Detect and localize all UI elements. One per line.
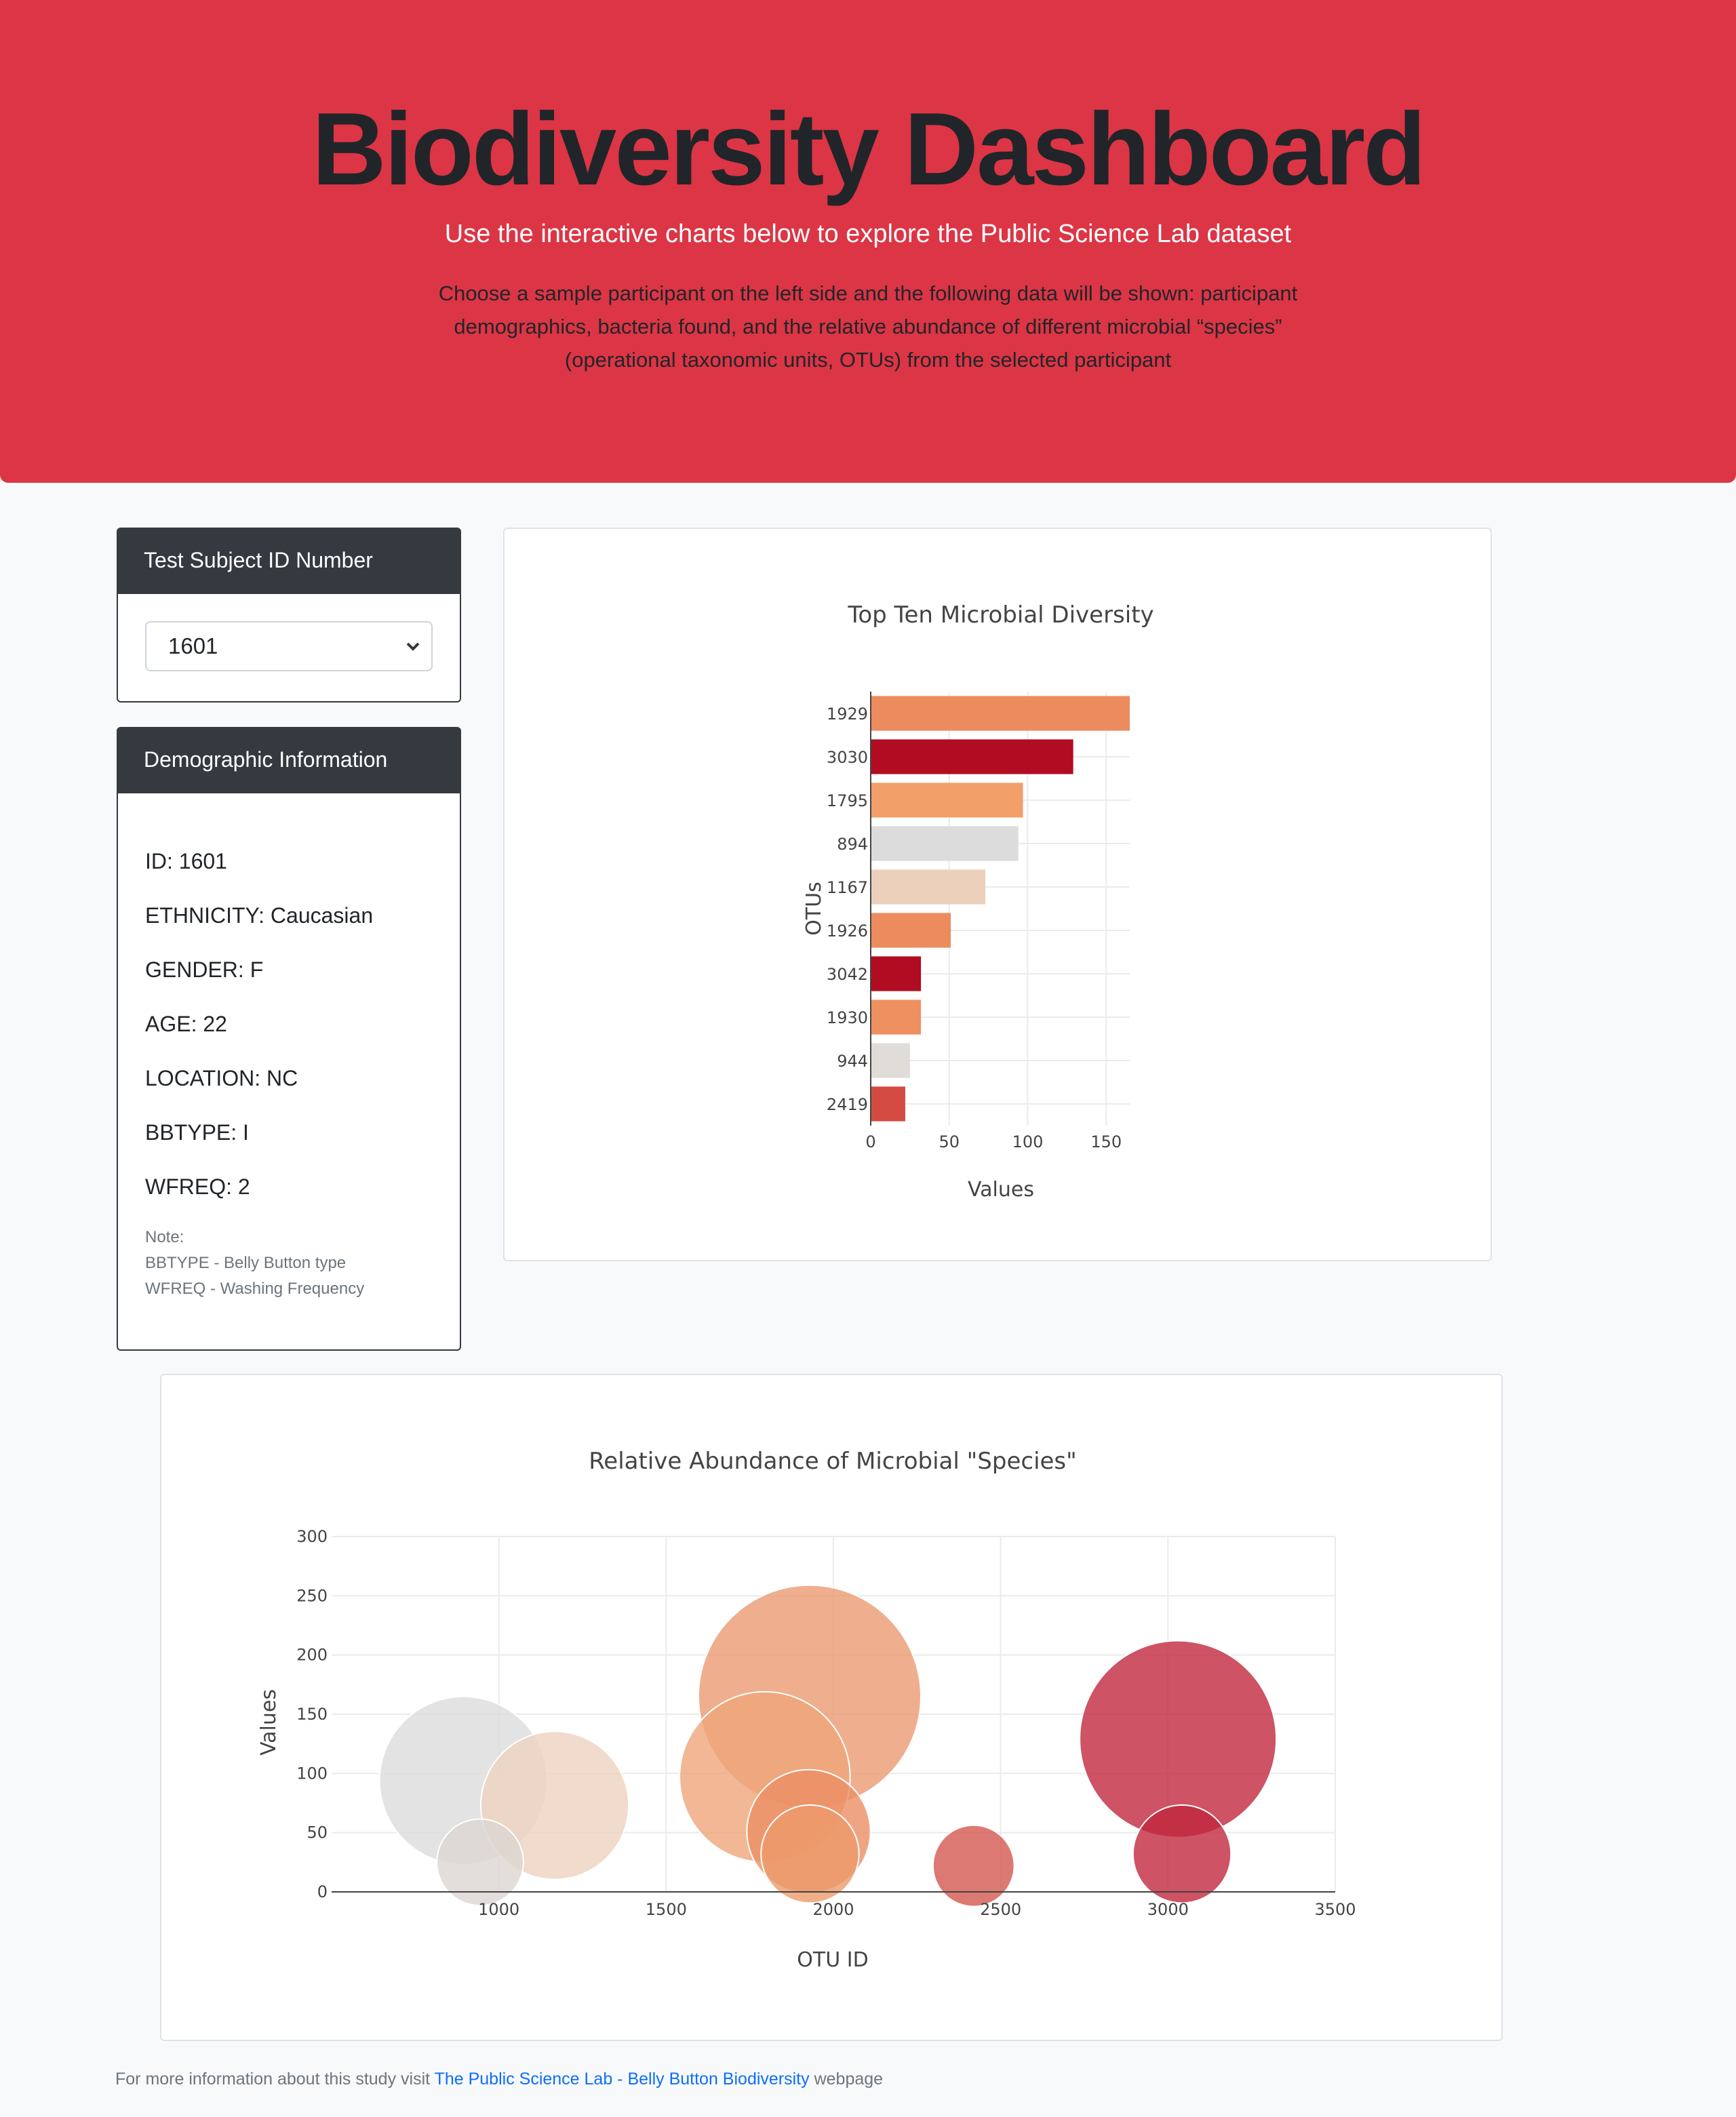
demo-age: AGE: 22 [145, 1012, 227, 1036]
bar-x-tick-label: 50 [939, 1132, 960, 1151]
demo-id: ID: 1601 [145, 849, 227, 873]
bar-category-label: 1930 [827, 1008, 868, 1027]
bar [871, 1086, 905, 1122]
bubble-y-tick-label: 50 [307, 1823, 328, 1842]
bar [871, 1043, 910, 1078]
demo-bbtype: BBTYPE: I [145, 1120, 249, 1145]
header-banner: Biodiversity Dashboard Use the interacti… [0, 0, 1736, 483]
bar-category-label: 2419 [827, 1095, 868, 1114]
bar-category-label: 1795 [827, 791, 868, 810]
demographics-card-header: Demographic Information [117, 727, 461, 792]
note-title: Note: [145, 1228, 184, 1246]
note-bbtype: BBTYPE - Belly Button type [145, 1254, 347, 1272]
page-title: Biodiversity Dashboard [311, 92, 1426, 207]
demographics-note: Note: BBTYPE - Belly Button type WFREQ -… [145, 1225, 364, 1302]
bar-category-label: 3030 [827, 748, 868, 767]
bubble-x-tick-label: 1000 [478, 1900, 519, 1919]
bubble-x-tick-label: 2000 [812, 1900, 854, 1919]
footer-text: For more information about this study vi… [115, 2070, 883, 2089]
bar [871, 826, 1019, 861]
note-wfreq: WFREQ - Washing Frequency [145, 1280, 365, 1298]
bar [871, 869, 986, 905]
bubble-x-tick-label: 3000 [1147, 1900, 1189, 1919]
bar-category-label: 1926 [827, 922, 868, 941]
bar [871, 913, 951, 948]
bar-category-label: 894 [837, 835, 868, 854]
subject-id-select[interactable]: 1601 [145, 621, 433, 671]
footer-link[interactable]: The Public Science Lab - Belly Button Bi… [435, 2070, 810, 2089]
bubble-point [760, 1804, 860, 1904]
bubble-x-tick-label: 1500 [646, 1900, 687, 1919]
selector-heading: Test Subject ID Number [144, 548, 373, 572]
bubble-x-tick-label: 2500 [980, 1900, 1021, 1919]
bubble-chart-title: Relative Abundance of Microbial "Species… [589, 1448, 1077, 1475]
demo-ethnicity: ETHNICITY: Caucasian [145, 903, 374, 928]
bar-x-tick-label: 0 [865, 1132, 875, 1151]
bar-chart-panel: Top Ten Microbial Diversity 1929 3030 1795 8… [503, 528, 1492, 1261]
selector-card-header: Test Subject ID Number [117, 528, 461, 593]
bubble-y-tick-label: 250 [296, 1586, 328, 1605]
chevron-down-icon [401, 622, 425, 688]
bar-y-axis-label: OTUs [802, 882, 826, 936]
bubble-y-tick-label: 150 [296, 1705, 328, 1724]
bar-chart-title: Top Ten Microbial Diversity [847, 601, 1153, 629]
demo-location: LOCATION: NC [145, 1066, 298, 1090]
demo-wfreq: WFREQ: 2 [145, 1174, 250, 1199]
demographics-card-body: ID: 1601 ETHNICITY: Caucasian GENDER: F … [117, 792, 461, 1351]
bubble-chart[interactable]: Relative Abundance of Microbial "Species… [161, 1375, 1504, 2042]
bar-x-axis-label: Values [968, 1178, 1034, 1202]
bubble-y-axis-label: Values [257, 1689, 281, 1756]
bar-category-label: 3042 [827, 965, 868, 984]
bubble-point [436, 1818, 524, 1907]
bar-category-label: 1167 [827, 878, 868, 897]
bar-category-label: 944 [837, 1052, 868, 1071]
bar [871, 696, 1130, 731]
bubble-y-tick-label: 0 [317, 1882, 328, 1901]
page-subtitle: Use the interactive charts below to expl… [444, 220, 1292, 248]
bubble-y-tick-label: 300 [296, 1527, 328, 1546]
demographics-heading: Demographic Information [144, 747, 388, 772]
bar-x-tick-label: 150 [1090, 1132, 1122, 1151]
bubble-y-tick-label: 100 [296, 1764, 328, 1783]
bubble-y-tick-label: 200 [296, 1646, 328, 1665]
bubble-chart-panel: Relative Abundance of Microbial "Species… [160, 1374, 1503, 2041]
footer-prefix: For more information about this study vi… [115, 2070, 431, 2089]
bubble-x-tick-label: 3500 [1314, 1900, 1356, 1919]
subject-id-value: 1601 [168, 633, 218, 658]
bar [871, 1000, 922, 1035]
bar [871, 783, 1023, 818]
bar [871, 739, 1073, 774]
bar-category-label: 1929 [827, 705, 868, 724]
demo-gender: GENDER: F [145, 957, 264, 982]
bar [871, 956, 922, 991]
bar-chart[interactable]: Top Ten Microbial Diversity 1929 3030 1795 8… [505, 529, 1493, 1263]
bubble-point [1132, 1804, 1232, 1904]
footer-suffix: webpage [814, 2070, 884, 2089]
bubble-x-axis-label: OTU ID [797, 1948, 868, 1972]
bubble-point [932, 1824, 1015, 1907]
selector-card-body: 1601 [117, 593, 461, 703]
page-description: Choose a sample participant on the left … [438, 281, 1298, 372]
bar-x-tick-label: 100 [1012, 1132, 1044, 1151]
